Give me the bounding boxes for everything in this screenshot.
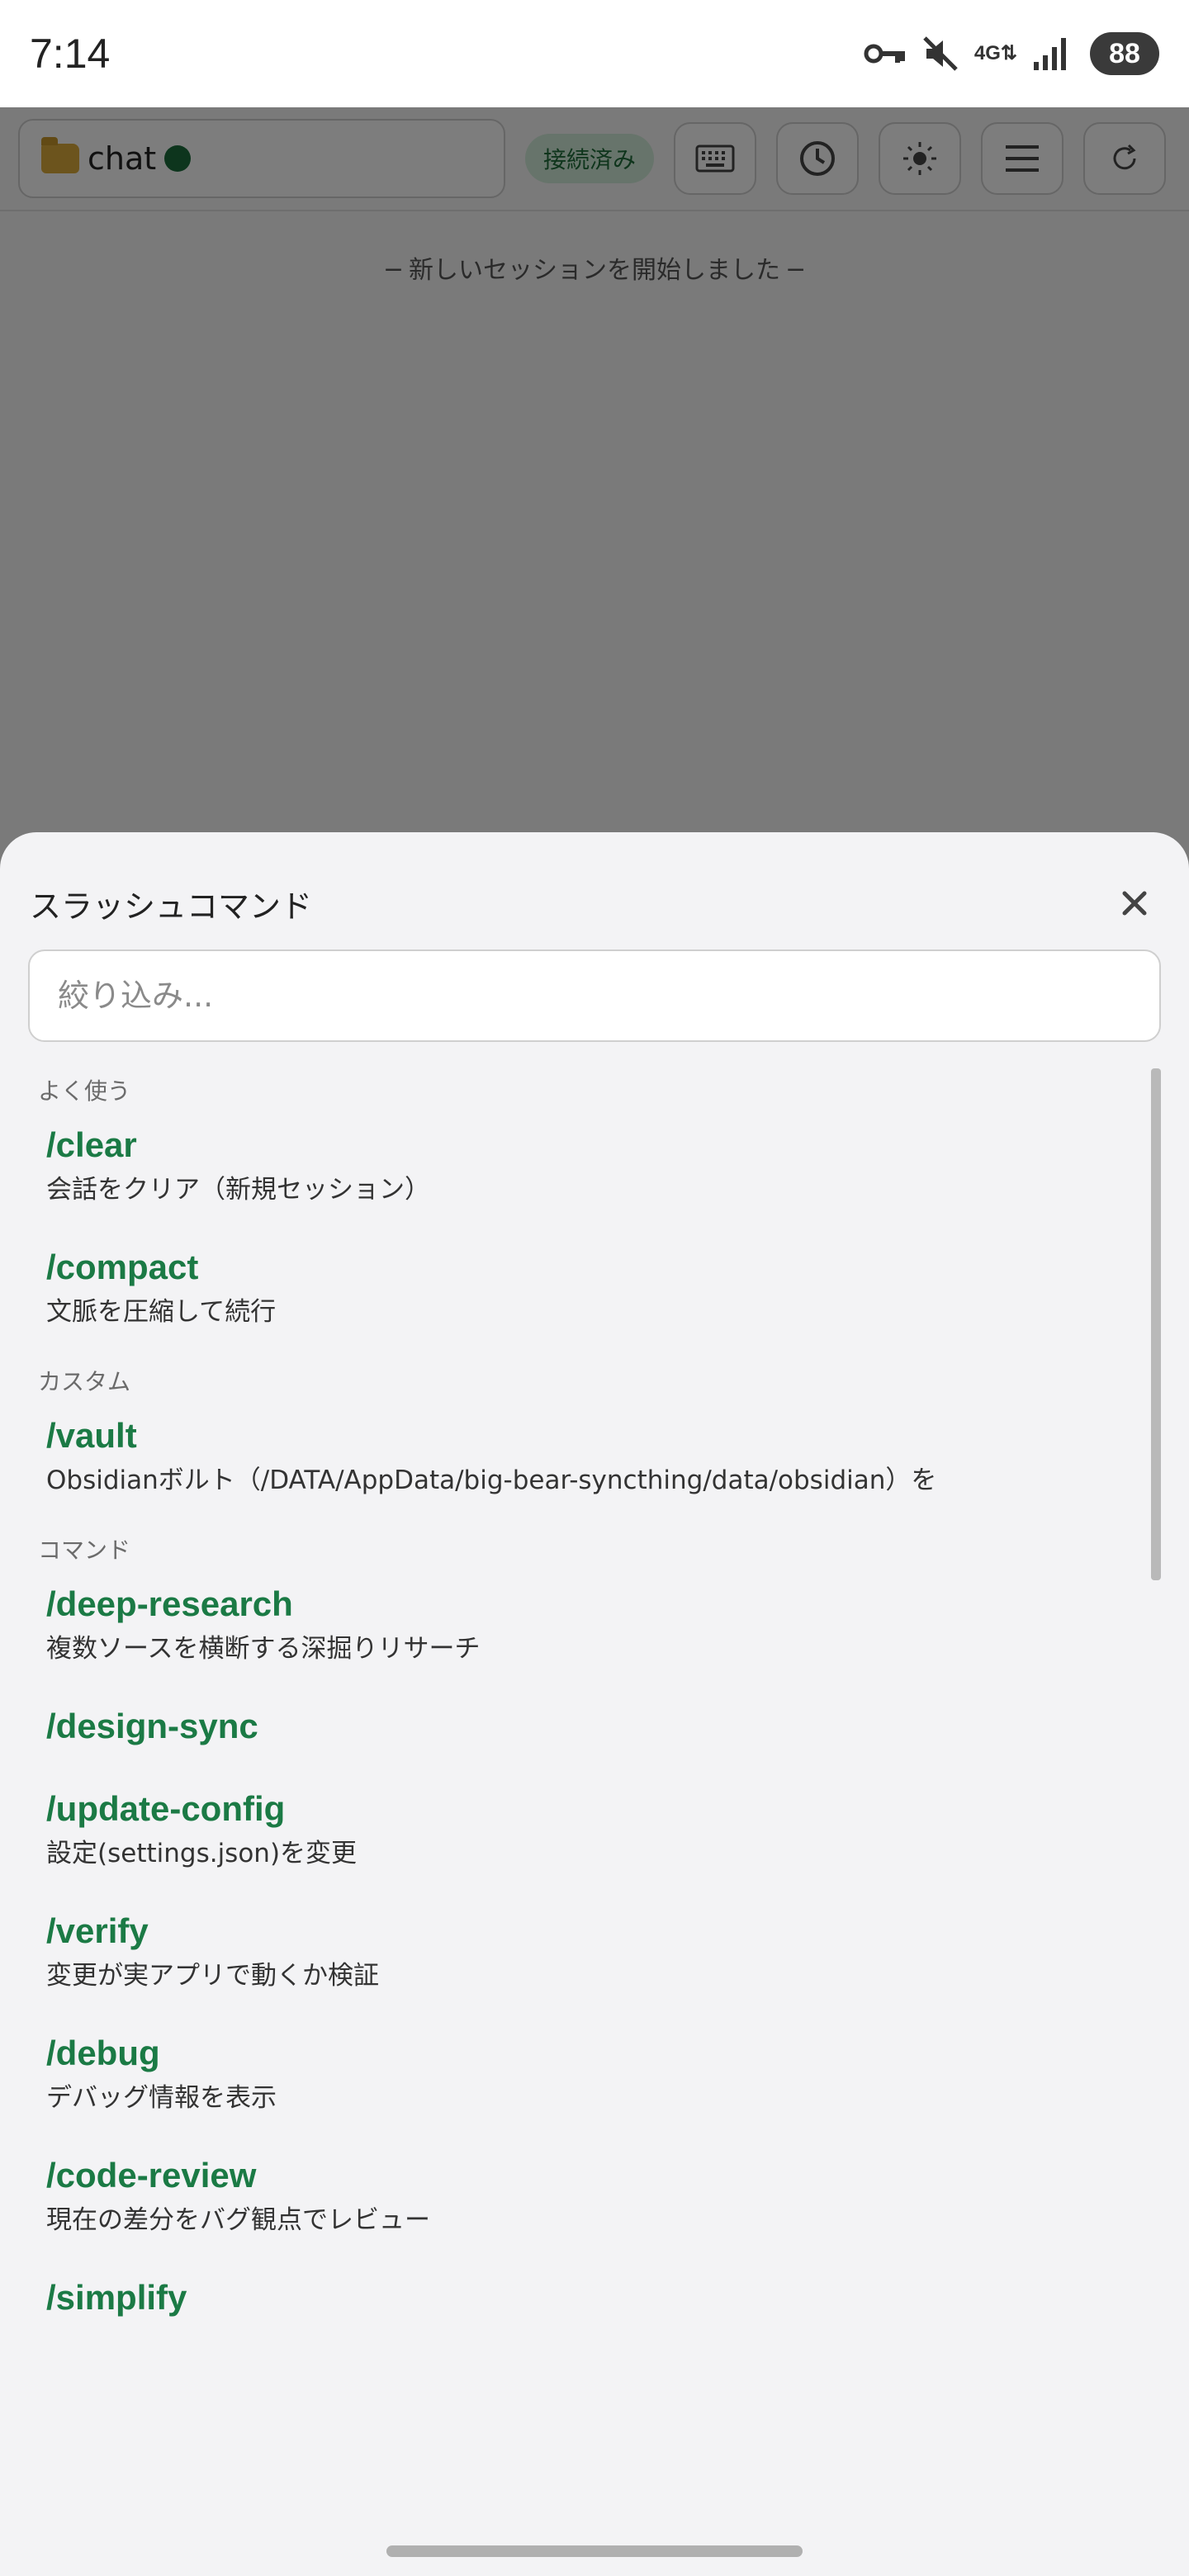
home-indicator[interactable] <box>386 2545 803 2557</box>
data-arrows: ⇅ <box>1000 42 1017 64</box>
command-description: 文脈を圧縮して続行 <box>46 1297 277 1327</box>
command-description: 設定(settings.json)を変更 <box>46 1839 358 1868</box>
close-button[interactable] <box>1110 878 1159 928</box>
close-icon <box>1122 891 1147 916</box>
command-item[interactable]: /vault Obsidianボルト（/DATA/AppData/big-bear… <box>0 1397 1189 1519</box>
command-name: /compact <box>46 1248 199 1286</box>
command-name: /deep-research <box>46 1584 293 1623</box>
command-description: 会話をクリア（新規セッション） <box>46 1175 430 1205</box>
command-description: デバッグ情報を表示 <box>46 2083 277 2113</box>
signal-icon <box>1032 36 1068 72</box>
status-bar: 7:14 4G ⇅ 88 <box>0 0 1189 107</box>
command-list[interactable]: よく使う/clear 会話をクリア（新規セッション） /compact 文脈を圧縮して… <box>0 1060 1189 2576</box>
network-label: 4G <box>973 42 1001 64</box>
command-item[interactable]: /clear 会話をクリア（新規セッション） <box>0 1106 1189 1229</box>
mute-icon <box>921 35 959 73</box>
command-item[interactable]: /compact 文脈を圧縮して続行 <box>0 1229 1189 1351</box>
network-4g-icon: 4G ⇅ <box>973 42 1017 64</box>
command-description: 現在の差分をバグ観点でレビュー <box>46 2205 430 2235</box>
command-item[interactable]: /verify 変更が実アプリで動くか検証 <box>0 1892 1189 2015</box>
command-name: /verify <box>46 1911 149 1950</box>
command-item[interactable]: /design-sync <box>0 1688 1189 1770</box>
section-label: よく使う <box>38 1077 131 1105</box>
command-name: /clear <box>46 1125 137 1164</box>
section-label: コマンド <box>38 1537 131 1564</box>
slash-command-sheet: スラッシュコマンド よく使う/clear 会話をクリア（新規セッション） /comp… <box>0 832 1189 2576</box>
status-time: 7:14 <box>30 31 111 77</box>
command-description: 複数ソースを横断する深掘りリサーチ <box>46 1634 481 1664</box>
command-name: /debug <box>46 2034 160 2072</box>
sheet-header: スラッシュコマンド <box>30 878 1159 928</box>
command-name: /vault <box>46 1416 137 1455</box>
command-name: /design-sync <box>46 1707 258 1745</box>
battery-indicator: 88 <box>1090 32 1159 75</box>
filter-input[interactable] <box>28 949 1161 1042</box>
command-name: /code-review <box>46 2156 257 2195</box>
command-item[interactable]: /deep-research 複数ソースを横断する深掘りリサーチ <box>0 1565 1189 1688</box>
vpn-key-icon <box>864 41 907 66</box>
command-item[interactable]: /code-review 現在の差分をバグ観点でレビュー <box>0 2137 1189 2259</box>
command-name: /simplify <box>46 2278 187 2317</box>
sheet-title: スラッシュコマンド <box>30 888 313 925</box>
command-name: /update-config <box>46 1789 286 1828</box>
status-icons: 4G ⇅ 88 <box>864 32 1159 75</box>
command-description: Obsidianボルト（/DATA/AppData/big-bear-synct… <box>46 1466 937 1495</box>
scrollbar[interactable] <box>1151 1068 1161 1580</box>
command-item[interactable]: /debug デバッグ情報を表示 <box>0 2015 1189 2137</box>
section-label: カスタム <box>38 1368 131 1395</box>
command-item[interactable]: /simplify <box>0 2259 1189 2342</box>
command-item[interactable]: /update-config 設定(settings.json)を変更 <box>0 1770 1189 1892</box>
command-description: 変更が実アプリで動くか検証 <box>46 1961 379 1991</box>
